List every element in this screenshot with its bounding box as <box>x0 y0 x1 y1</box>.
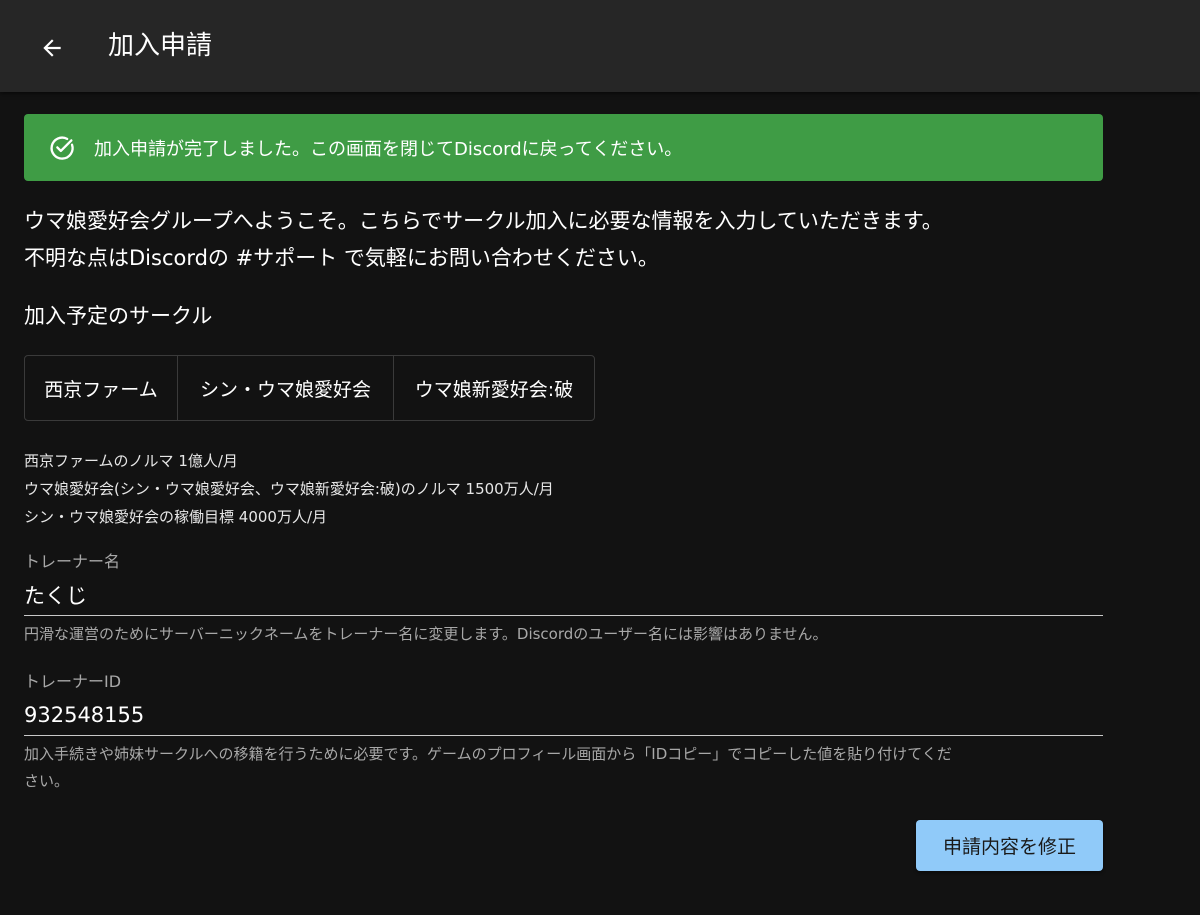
check-circle-icon <box>48 134 76 162</box>
trainer-name-help: 円滑な運営のためにサーバーニックネームをトレーナー名に変更します。Discord… <box>24 625 828 643</box>
quota-line: 西京ファームのノルマ 1億人/月 <box>24 452 238 470</box>
quota-line: シン・ウマ娘愛好会の稼働目標 4000万人/月 <box>24 508 327 526</box>
success-alert: 加入申請が完了しました。この画面を閉じてDiscordに戻ってください。 <box>24 114 1103 181</box>
edit-application-button[interactable]: 申請内容を修正 <box>916 820 1103 871</box>
intro-text: ウマ娘愛好会グループへようこそ。こちらでサークル加入に必要な情報を入力していただ… <box>24 203 1103 277</box>
arrow-left-icon <box>43 39 61 57</box>
trainer-name-label: トレーナー名 <box>24 552 121 571</box>
trainer-id-label: トレーナーID <box>24 672 122 691</box>
intro-line: ウマ娘愛好会グループへようこそ。こちらでサークル加入に必要な情報を入力していただ… <box>24 209 943 233</box>
circle-option-umamusume-shin-ha[interactable]: ウマ娘新愛好会:破 <box>394 356 594 420</box>
trainer-id-help: 加入手続きや姉妹サークルへの移籍を行うために必要です。ゲームのプロフィール画面か… <box>24 741 1103 795</box>
main-content: 加入申請が完了しました。この画面を閉じてDiscordに戻ってください。 ウマ娘… <box>24 114 1103 795</box>
intro-line: 不明な点はDiscordの #サポート で気軽にお問い合わせください。 <box>24 246 659 270</box>
trainer-name-field: トレーナー名 円滑な運営のためにサーバーニックネームをトレーナー名に変更します。… <box>24 551 1103 648</box>
circle-option-shin-umamusume[interactable]: シン・ウマ娘愛好会 <box>178 356 394 420</box>
back-button[interactable] <box>30 26 74 70</box>
trainer-name-input[interactable] <box>24 577 1103 616</box>
page-title: 加入申請 <box>108 31 213 61</box>
alert-message: 加入申請が完了しました。この画面を閉じてDiscordに戻ってください。 <box>94 138 683 160</box>
circle-option-saikyo-farm[interactable]: 西京ファーム <box>25 356 178 420</box>
trainer-id-input[interactable] <box>24 697 1103 736</box>
circles-heading: 加入予定のサークル <box>24 304 213 328</box>
circle-toggle-group: 西京ファーム シン・ウマ娘愛好会 ウマ娘新愛好会:破 <box>24 355 595 421</box>
trainer-id-help-line: 加入手続きや姉妹サークルへの移籍を行うために必要です。ゲームのプロフィール画面か… <box>24 745 952 763</box>
trainer-id-field: トレーナーID 加入手続きや姉妹サークルへの移籍を行うために必要です。ゲームのプ… <box>24 671 1103 795</box>
trainer-id-help-line: さい。 <box>24 772 70 790</box>
quota-info: 西京ファームのノルマ 1億人/月 ウマ娘愛好会(シン・ウマ娘愛好会、ウマ娘新愛好… <box>24 447 1103 531</box>
quota-line: ウマ娘愛好会(シン・ウマ娘愛好会、ウマ娘新愛好会:破)のノルマ 1500万人/月 <box>24 480 554 498</box>
app-bar: 加入申請 <box>0 0 1200 92</box>
